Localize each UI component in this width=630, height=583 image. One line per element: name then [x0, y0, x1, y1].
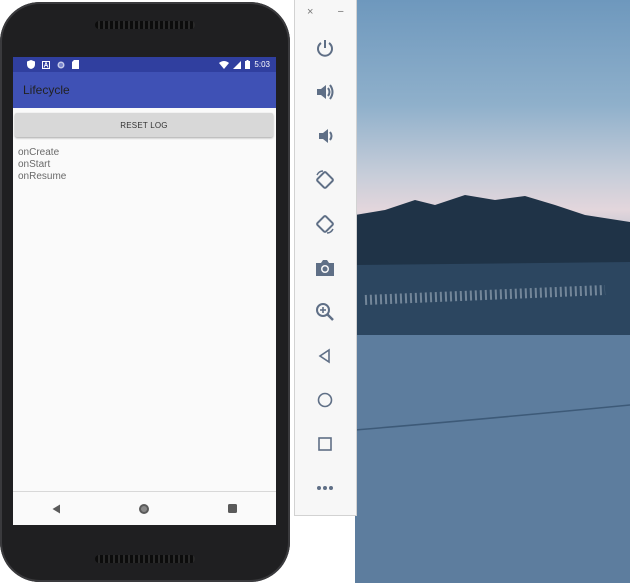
- lifecycle-log: onCreate onStart onResume: [18, 147, 66, 183]
- zoom-icon[interactable]: [312, 299, 338, 325]
- log-line: onCreate: [18, 147, 60, 158]
- app-title: Lifecycle: [23, 83, 70, 97]
- app-bar: Lifecycle: [13, 72, 276, 108]
- sd-card-icon: [72, 60, 79, 69]
- rotate-right-icon[interactable]: [312, 211, 338, 237]
- emulator-toolbar: × −: [294, 0, 357, 516]
- overview-icon[interactable]: [312, 431, 338, 457]
- navigation-bar: [13, 491, 276, 525]
- a-icon: [42, 60, 50, 69]
- log-line: onResume: [18, 171, 67, 182]
- wifi-icon: [219, 60, 230, 69]
- circle-icon: [57, 61, 65, 69]
- home-icon[interactable]: [312, 387, 338, 413]
- back-icon[interactable]: [312, 343, 338, 369]
- minimize-icon[interactable]: −: [338, 6, 344, 18]
- top-speaker: [95, 21, 195, 29]
- power-icon[interactable]: [312, 35, 338, 61]
- bottom-speaker: [95, 555, 195, 563]
- desktop-wallpaper: [355, 0, 630, 583]
- phone-screen: 5:03 Lifecycle RESET LOG onCreate onStar…: [13, 57, 276, 525]
- signal-icon: [233, 60, 242, 69]
- log-line: onStart: [18, 159, 51, 170]
- close-icon[interactable]: ×: [307, 6, 313, 18]
- shield-icon: [27, 60, 35, 69]
- camera-icon[interactable]: [312, 255, 338, 281]
- reset-log-button[interactable]: RESET LOG: [15, 113, 273, 137]
- more-icon[interactable]: [312, 475, 338, 501]
- nav-recents-icon[interactable]: [222, 499, 242, 519]
- volume-up-icon[interactable]: [312, 79, 338, 105]
- phone-frame: 5:03 Lifecycle RESET LOG onCreate onStar…: [0, 2, 290, 582]
- app-content: RESET LOG onCreate onStart onResume: [13, 108, 276, 491]
- battery-icon: [245, 60, 251, 69]
- nav-back-icon[interactable]: [47, 499, 67, 519]
- rotate-left-icon[interactable]: [312, 167, 338, 193]
- status-time: 5:03: [254, 60, 270, 69]
- nav-home-icon[interactable]: [134, 499, 154, 519]
- volume-down-icon[interactable]: [312, 123, 338, 149]
- status-bar: 5:03: [13, 57, 276, 72]
